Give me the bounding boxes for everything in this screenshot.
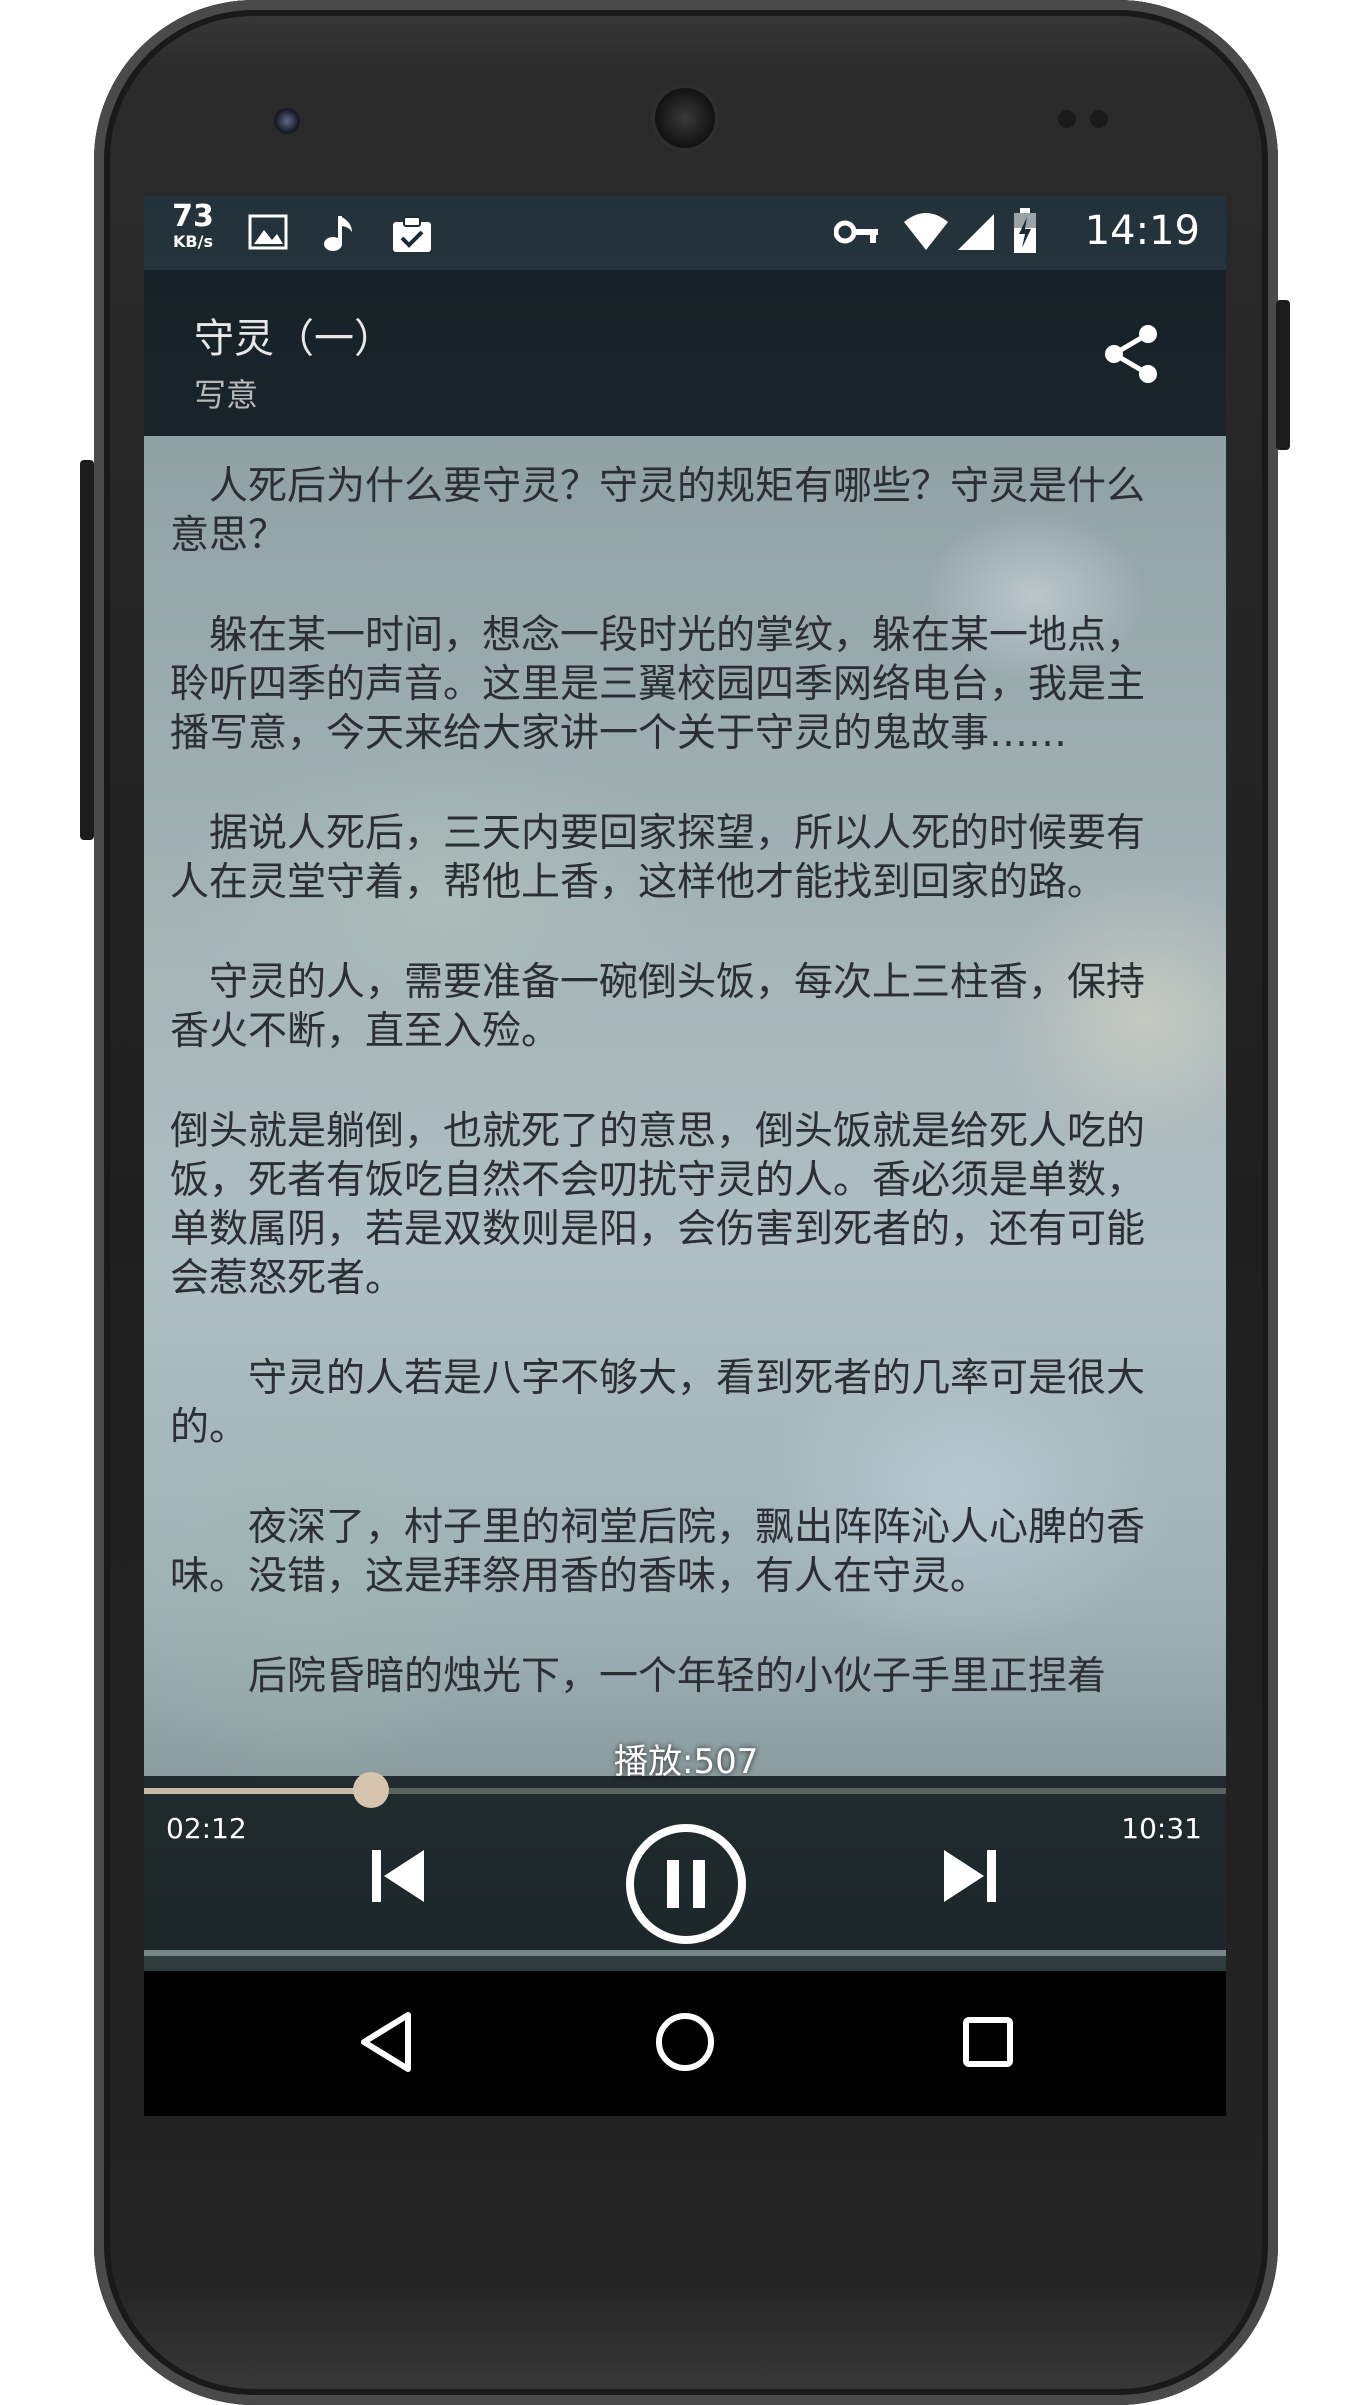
article-content[interactable]: 人死后为什么要守灵？守灵的规矩有哪些？守灵是什么意思？ 躲在某一时间，想念一段时… xyxy=(144,436,1226,1956)
article-paragraph: 据说人死后，三天内要回家探望，所以人死的时候要有人在灵堂守着，帮他上香，这样他才… xyxy=(170,811,1146,905)
earpiece-speaker xyxy=(655,88,715,148)
article-paragraph: 夜深了，村子里的祠堂后院，飘出阵阵沁人心脾的香味。没错，这是拜祭用香的香味，有人… xyxy=(170,1505,1146,1599)
total-time: 10:31 xyxy=(1121,1812,1202,1845)
play-count-toast: 播放:507 xyxy=(614,1742,759,1782)
signal-icon xyxy=(958,214,994,250)
vpn-key-icon xyxy=(834,220,878,244)
article-paragraph: 倒头就是躺倒，也就死了的意思，倒头饭就是给死人吃的饭，死者有饭吃自然不会叨扰守灵… xyxy=(170,1109,1146,1301)
article-paragraph: 躲在某一时间，想念一段时光的掌纹，躲在某一地点，聆听四季的声音。这里是三翼校园四… xyxy=(170,613,1146,756)
share-icon[interactable] xyxy=(1102,322,1160,386)
page-title: 守灵（一） xyxy=(194,316,394,362)
skip-previous-icon[interactable] xyxy=(368,1846,428,1906)
screen: 73 KB/s 14:19 守灵（一） 写意 人死后为什么要守灵？守灵的规矩有哪… xyxy=(144,196,1226,2116)
app-bar: 守灵（一） 写意 xyxy=(144,270,1226,436)
player-controls: 播放:507 02:12 10:31 xyxy=(144,1742,1226,1950)
proximity-sensor xyxy=(1058,110,1076,128)
recents-icon[interactable] xyxy=(958,2009,1018,2075)
status-bar: 73 KB/s 14:19 xyxy=(144,196,1226,270)
network-speed-value: 73 xyxy=(172,199,214,234)
network-speed-unit: KB/s xyxy=(173,232,213,251)
clipboard-check-icon xyxy=(393,216,431,252)
article-paragraph: 后院昏暗的烛光下，一个年轻的小伙子手里正捏着 xyxy=(170,1654,1107,1699)
power-button xyxy=(1276,300,1290,450)
article-paragraph: 人死后为什么要守灵？守灵的规矩有哪些？守灵是什么意思？ xyxy=(170,464,1146,558)
wifi-icon xyxy=(904,213,948,250)
navigation-bar xyxy=(144,1971,1226,2116)
article-paragraph: 守灵的人若是八字不够大，看到死者的几率可是很大的。 xyxy=(170,1356,1146,1450)
image-icon xyxy=(248,214,288,250)
front-camera xyxy=(274,108,300,134)
pause-icon[interactable] xyxy=(624,1822,748,1946)
clock: 14:19 xyxy=(1084,208,1200,254)
seek-bar-thumb[interactable] xyxy=(353,1772,390,1808)
back-icon[interactable] xyxy=(356,2009,416,2075)
current-time: 02:12 xyxy=(166,1812,247,1845)
page-subtitle: 写意 xyxy=(194,376,259,414)
light-sensor xyxy=(1090,110,1108,128)
home-icon[interactable] xyxy=(652,2009,718,2075)
seek-bar-progress xyxy=(144,1788,372,1794)
music-note-icon xyxy=(324,216,352,251)
network-speed: 73 KB/s xyxy=(170,202,216,250)
volume-button xyxy=(80,460,94,840)
battery-charging-icon xyxy=(1014,208,1036,253)
skip-next-icon[interactable] xyxy=(940,1846,1000,1906)
article-paragraph: 守灵的人，需要准备一碗倒头饭，每次上三柱香，保持香火不断，直至入殓。 xyxy=(170,960,1146,1054)
